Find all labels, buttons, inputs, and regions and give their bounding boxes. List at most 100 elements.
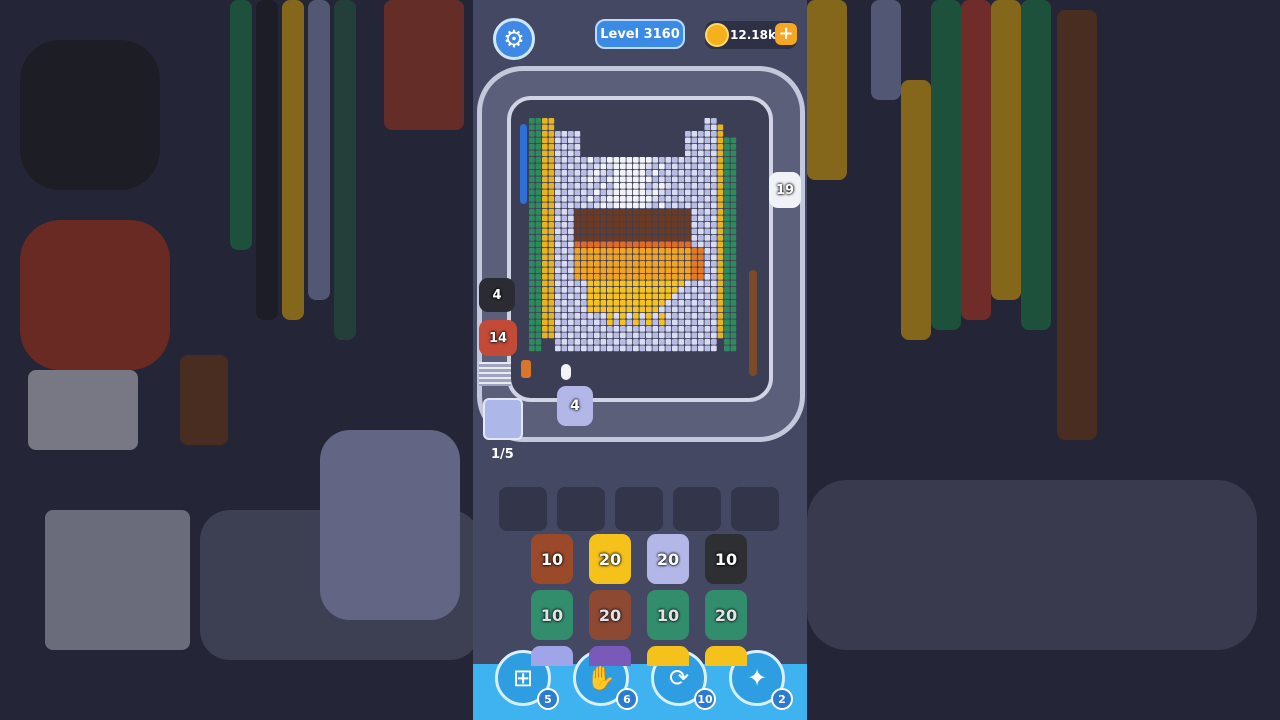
- pixel-block: [587, 300, 594, 306]
- pixel-block: [717, 202, 724, 209]
- pixel-block: [542, 300, 548, 306]
- pixel-block: [659, 287, 665, 293]
- pixel-block: [529, 222, 535, 228]
- empty-slot: [499, 487, 547, 531]
- pixel-block: [600, 170, 607, 176]
- pixel-block: [620, 280, 626, 287]
- pixel-block: [594, 248, 600, 254]
- pixel-block: [652, 274, 659, 280]
- pixel-block: [724, 332, 730, 339]
- pixel-block: [555, 287, 561, 293]
- pixel-block: [678, 319, 685, 326]
- pixel-block: [717, 222, 724, 228]
- pixel-block: [711, 189, 717, 196]
- pixel-block: [724, 287, 730, 293]
- pixel-block: [548, 137, 555, 144]
- pixel-block: [568, 228, 574, 235]
- pixel-block: [652, 163, 659, 170]
- pixel-block: [581, 202, 587, 209]
- pixel-block: [672, 345, 678, 352]
- pixel-block: [587, 176, 594, 183]
- shooter-pig[interactable]: 10: [531, 590, 573, 640]
- pixel-block: [581, 332, 587, 339]
- pixel-block: [613, 254, 620, 261]
- shooter-pig[interactable]: 20: [647, 534, 689, 584]
- coin-amount: 12.18k: [730, 28, 776, 42]
- track-pig-left-top[interactable]: 4: [479, 278, 515, 312]
- shooter-pig[interactable]: 20: [705, 590, 747, 640]
- pixel-block: [724, 163, 730, 170]
- pixel-block: [581, 345, 587, 352]
- track-pig-right[interactable]: 19: [769, 172, 801, 208]
- launcher-pig[interactable]: 4: [557, 386, 593, 426]
- shooter-pig[interactable]: 10: [705, 534, 747, 584]
- pixel-block: [685, 170, 691, 176]
- pixel-block: [594, 345, 600, 352]
- pixel-block: [659, 176, 665, 183]
- pixel-block: [613, 313, 620, 319]
- pixel-block: [574, 144, 581, 150]
- pixel-block: [613, 274, 620, 280]
- pixel-block: [730, 274, 737, 280]
- pixel-block: [639, 313, 646, 319]
- pixel-block: [555, 196, 561, 202]
- pixel-block: [581, 293, 587, 300]
- coin-icon: [705, 23, 729, 47]
- pixel-block: [613, 319, 620, 326]
- shooter-pig[interactable]: 20: [589, 534, 631, 584]
- pixel-block: [626, 267, 633, 274]
- pixel-block: [698, 137, 704, 144]
- pixel-block: [639, 248, 646, 254]
- pixel-block: [678, 228, 685, 235]
- shuffle-count: 10: [694, 688, 716, 710]
- pixel-block: [730, 319, 737, 326]
- pixel-block: [659, 170, 665, 176]
- pixel-block: [542, 196, 548, 202]
- pixel-block: [711, 345, 717, 352]
- pixel-block: [633, 241, 639, 248]
- pixel-block: [665, 228, 672, 235]
- pixel-block: [711, 196, 717, 202]
- pixel-block: [568, 319, 574, 326]
- pixel-block: [724, 215, 730, 222]
- pixel-block: [626, 313, 633, 319]
- pixel-block: [698, 209, 704, 215]
- pixel-block: [626, 326, 633, 332]
- brown-post: [749, 270, 757, 376]
- launcher[interactable]: [483, 398, 523, 440]
- pixel-block: [652, 241, 659, 248]
- pixel-block: [620, 163, 626, 170]
- pixel-block: [652, 248, 659, 254]
- pixel-block: [717, 196, 724, 202]
- empty-slot: [615, 487, 663, 531]
- pixel-block: [659, 267, 665, 274]
- pixel-block: [698, 241, 704, 248]
- pixel-block: [730, 287, 737, 293]
- pixel-block: [724, 254, 730, 261]
- pixel-block: [620, 157, 626, 163]
- settings-button[interactable]: ⚙: [493, 18, 535, 60]
- shooter-pig[interactable]: 10: [647, 590, 689, 640]
- pixel-block: [542, 222, 548, 228]
- pixel-block: [561, 235, 568, 241]
- pixel-block: [626, 332, 633, 339]
- pixel-block: [685, 339, 691, 345]
- add-coins-button[interactable]: +: [775, 23, 797, 45]
- pixel-block: [555, 235, 561, 241]
- pixel-block: [711, 254, 717, 261]
- shooter-pig[interactable]: 20: [589, 590, 631, 640]
- pixel-block: [724, 157, 730, 163]
- pixel-block: [685, 202, 691, 209]
- shooter-pig[interactable]: 10: [531, 534, 573, 584]
- track-pig-left-bottom[interactable]: 14: [479, 320, 517, 356]
- pixel-block: [724, 209, 730, 215]
- pixel-block: [711, 124, 717, 131]
- pixel-block: [633, 176, 639, 183]
- pixel-block: [620, 326, 626, 332]
- pixel-block: [620, 235, 626, 241]
- pixel-block: [568, 300, 574, 306]
- pixel-block: [607, 293, 613, 300]
- pixel-block: [581, 313, 587, 319]
- pixel-block: [607, 274, 613, 280]
- pixel-block: [717, 189, 724, 196]
